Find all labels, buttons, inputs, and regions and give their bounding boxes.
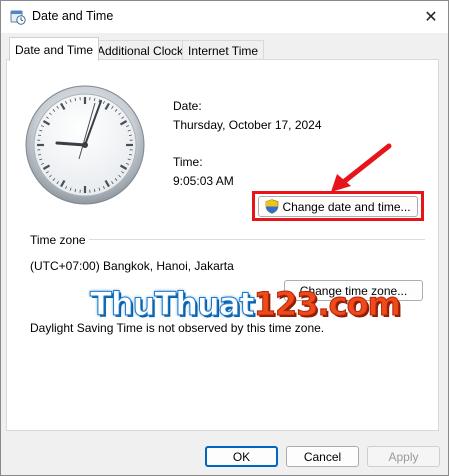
close-icon: ✕ [424, 9, 438, 26]
watermark-part1: ThuThuat [90, 285, 256, 324]
cancel-button[interactable]: Cancel [286, 446, 359, 467]
title-bar: Date and Time ✕ [1, 1, 448, 33]
tab-label: Internet Time [188, 43, 259, 58]
time-label: Time: [173, 155, 203, 169]
analog-clock [21, 79, 153, 209]
apply-button[interactable]: Apply [367, 446, 440, 467]
clock-icon [25, 85, 145, 205]
dst-note: Daylight Saving Time is not observed by … [30, 321, 325, 335]
date-time-icon [10, 10, 26, 25]
tab-label: Date and Time [15, 42, 94, 57]
time-zone-value: (UTC+07:00) Bangkok, Hanoi, Jakarta [30, 259, 234, 273]
window-title: Date and Time [32, 9, 114, 23]
date-value: Thursday, October 17, 2024 [173, 118, 322, 132]
section-divider [89, 239, 425, 240]
tab-date-and-time[interactable]: Date and Time [9, 37, 100, 61]
time-value: 9:05:03 AM [173, 174, 234, 188]
tab-label: Additional Clocks [97, 43, 190, 58]
close-button[interactable]: ✕ [414, 1, 448, 33]
tab-additional-clocks[interactable]: Additional Clocks [91, 40, 196, 60]
button-label: OK [232, 449, 251, 464]
watermark-part2: 123.com [253, 285, 401, 324]
time-zone-heading: Time zone [30, 233, 86, 247]
date-label: Date: [173, 99, 202, 113]
watermark: ThuThuat123.com [90, 285, 402, 324]
tab-internet-time[interactable]: Internet Time [182, 40, 265, 60]
arrow-annotation [331, 143, 392, 192]
button-label: Cancel [303, 449, 342, 464]
ok-button[interactable]: OK [205, 446, 278, 467]
button-label: Apply [388, 449, 419, 464]
